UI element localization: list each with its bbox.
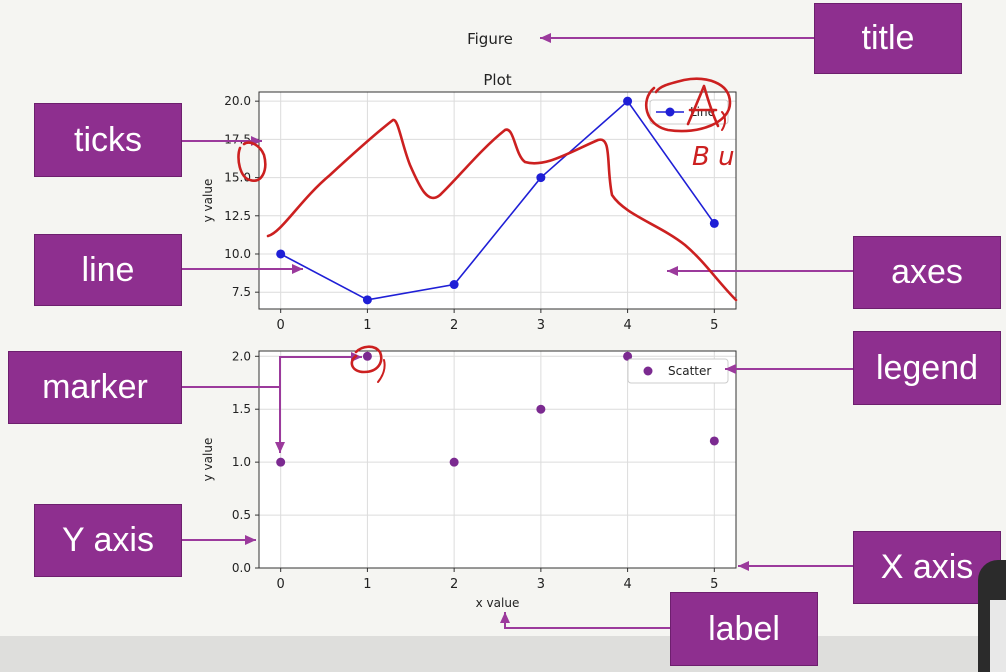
x-axis-label: x value [476, 596, 520, 610]
y-tick-label: 0.0 [232, 561, 251, 575]
legend-label: Scatter [668, 364, 711, 378]
callout-y-axis: Y axis [34, 504, 182, 577]
y-axis-label: y value [201, 179, 215, 223]
line-marker [276, 249, 286, 259]
plot-title: Plot [483, 71, 511, 89]
scatter-point [362, 351, 372, 361]
scatter-point [276, 457, 286, 467]
x-tick-label: 3 [537, 577, 545, 592]
x-tick-label: 5 [710, 577, 718, 592]
legend-swatch-marker [643, 366, 653, 376]
x-tick-label: 0 [277, 318, 285, 333]
x-tick-label: 3 [537, 318, 545, 333]
scatter-chart: 0 1 2 3 4 5 0.0 0.5 1.0 1.5 2.0 x value y value Scatt… [201, 349, 737, 610]
x-tick-label: 2 [450, 577, 458, 592]
legend-swatch-marker [665, 107, 675, 117]
presenter-collar [990, 600, 1006, 672]
scatter-point [709, 436, 719, 446]
line-chart: 0 1 2 3 4 57.510.012.515.017.520.0Ploty value… [201, 71, 737, 333]
scatter-point [536, 404, 546, 414]
x-tick-label: 1 [363, 318, 371, 333]
y-tick-label: 7.5 [232, 285, 251, 299]
x-tick-label: 4 [623, 318, 631, 333]
y-tick-label: 20.0 [224, 94, 251, 108]
callout-marker: marker [8, 351, 182, 424]
line-marker [623, 96, 633, 106]
x-tick-label: 4 [623, 577, 631, 592]
scatter-point [449, 457, 459, 467]
arrow-label [504, 612, 670, 629]
axes-background [259, 92, 736, 309]
y-tick-label: 0.5 [232, 508, 251, 522]
callout-ticks: ticks [34, 103, 182, 177]
y-tick-label: 12.5 [224, 209, 251, 223]
x-tick-label: 0 [277, 577, 285, 592]
y-tick-label: 2.0 [232, 349, 251, 363]
arrow-title-head [540, 33, 551, 43]
arrow-label-head [500, 612, 510, 623]
line-marker [449, 280, 459, 290]
arrow-y-axis-head [245, 535, 256, 545]
callout-line: line [34, 234, 182, 306]
callout-title: title [814, 3, 962, 74]
x-tick-label: 5 [710, 318, 718, 333]
callout-legend: legend [853, 331, 1001, 405]
callout-label: label [670, 592, 818, 666]
line-marker [709, 218, 719, 228]
handwritten-bu: B u [692, 142, 735, 172]
line-marker [536, 173, 546, 183]
y-tick-label: 17.5 [224, 132, 251, 146]
x-tick-label: 1 [363, 577, 371, 592]
y-tick-label: 10.0 [224, 247, 251, 261]
axes-background [259, 351, 736, 568]
arrow-x-axis-head [738, 561, 749, 571]
y-tick-label: 1.5 [232, 402, 251, 416]
callout-axes: axes [853, 236, 1001, 309]
line-marker [362, 295, 372, 305]
y-tick-label: 1.0 [232, 455, 251, 469]
y-axis-label: y value [201, 438, 215, 482]
x-tick-label: 2 [450, 318, 458, 333]
